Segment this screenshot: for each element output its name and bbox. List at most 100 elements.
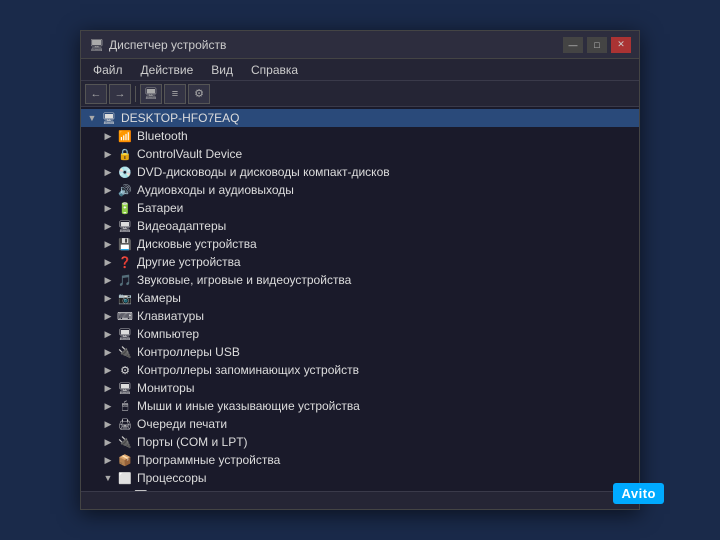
tree-item[interactable]: ▶🖨 Очереди печати — [81, 415, 639, 433]
menu-file[interactable]: Файл — [85, 61, 131, 79]
item-label: Звуковые, игровые и видеоустройства — [137, 273, 351, 287]
item-icon: 🔊 — [117, 182, 133, 198]
item-icon: 💾 — [117, 236, 133, 252]
toolbar: ← → 🖥 ≡ ⚙ — [81, 81, 639, 107]
item-label: Дисковые устройства — [137, 237, 257, 251]
tree-item[interactable]: ▶🖥Мониторы — [81, 379, 639, 397]
item-icon: 🖱 — [117, 398, 133, 414]
device-manager-window: 🖥 Диспетчер устройств — □ ✕ Файл Действи… — [80, 30, 640, 510]
item-icon: 🔌 — [117, 344, 133, 360]
expand-icon[interactable]: ▶ — [101, 273, 115, 287]
avito-badge: Avito — [613, 483, 664, 504]
tree-item[interactable]: ▶📷Камеры — [81, 289, 639, 307]
tree-item[interactable]: ▶🔌Контроллеры USB — [81, 343, 639, 361]
item-icon: 📶 — [117, 128, 133, 144]
item-label: Мыши и иные указывающие устройства — [137, 399, 360, 413]
title-bar: 🖥 Диспетчер устройств — □ ✕ — [81, 31, 639, 59]
title-bar-controls: — □ ✕ — [563, 37, 631, 53]
title-bar-text: Диспетчер устройств — [109, 38, 226, 52]
list-btn[interactable]: ≡ — [164, 84, 186, 104]
maximize-button[interactable]: □ — [587, 37, 607, 53]
menu-help[interactable]: Справка — [243, 61, 306, 79]
expand-icon[interactable]: ▶ — [101, 453, 115, 467]
expand-icon[interactable]: ▶ — [101, 327, 115, 341]
settings-btn[interactable]: ⚙ — [188, 84, 210, 104]
tree-item[interactable]: ▶🖱 Мыши и иные указывающие устройства — [81, 397, 639, 415]
expand-icon[interactable]: ▶ — [101, 219, 115, 233]
tree-root[interactable]: ▼ 🖥 DESKTOP-HFO7EAQ — [81, 109, 639, 127]
expand-icon[interactable]: ▶ — [101, 291, 115, 305]
item-icon: 🔒 — [117, 146, 133, 162]
device-tree[interactable]: ▼ 🖥 DESKTOP-HFO7EAQ ▶📶Bluetooth▶🔒Control… — [81, 107, 639, 491]
item-icon: 🔌 — [117, 434, 133, 450]
item-label: DVD-дисководы и дисководы компакт-дисков — [137, 165, 390, 179]
tree-item[interactable]: ▶💾 Дисковые устройства — [81, 235, 639, 253]
item-icon: 📦 — [117, 452, 133, 468]
expand-icon[interactable]: ▶ — [101, 165, 115, 179]
tree-children-container: ▶📶Bluetooth▶🔒ControlVault Device▶💿DVD-ди… — [81, 127, 639, 491]
expand-icon[interactable]: ▶ — [101, 363, 115, 377]
expand-icon[interactable]: ▶ — [101, 435, 115, 449]
item-icon: 🎵 — [117, 272, 133, 288]
item-label: Порты (COM и LPT) — [137, 435, 248, 449]
tree-item[interactable]: ▶🔊 Аудиовходы и аудиовыходы — [81, 181, 639, 199]
menu-action[interactable]: Действие — [133, 61, 202, 79]
expand-icon[interactable]: ▶ — [101, 255, 115, 269]
menu-bar: Файл Действие Вид Справка — [81, 59, 639, 81]
item-label: Клавиатуры — [137, 309, 204, 323]
tree-item[interactable]: ▶🔌 Порты (COM и LPT) — [81, 433, 639, 451]
item-icon: 💿 — [117, 164, 133, 180]
tree-item[interactable]: ▶📦 Программные устройства — [81, 451, 639, 469]
expand-icon[interactable]: ▶ — [101, 129, 115, 143]
expand-icon[interactable]: ▶ — [101, 345, 115, 359]
title-bar-left: 🖥 Диспетчер устройств — [89, 38, 226, 52]
expand-icon[interactable]: ▼ — [101, 471, 115, 485]
item-label: Мониторы — [137, 381, 194, 395]
root-expand[interactable]: ▼ — [85, 111, 99, 125]
back-button[interactable]: ← — [85, 84, 107, 104]
tree-item[interactable]: ▶⌨Клавиатуры — [81, 307, 639, 325]
tree-item[interactable]: ▶🎵 Звуковые, игровые и видеоустройства — [81, 271, 639, 289]
expand-icon[interactable]: ▶ — [101, 381, 115, 395]
tree-item[interactable]: ▶📶 Bluetooth — [81, 127, 639, 145]
expand-icon[interactable]: ▶ — [101, 417, 115, 431]
item-label: Программные устройства — [137, 453, 280, 467]
item-icon: ⬜ — [117, 470, 133, 486]
item-label: Компьютер — [137, 327, 199, 341]
item-icon: 🖨 — [117, 416, 133, 432]
expand-icon[interactable]: ▶ — [101, 309, 115, 323]
item-label: Процессоры — [137, 471, 207, 485]
item-label: Очереди печати — [137, 417, 227, 431]
tree-item[interactable]: ▶🖥 Компьютер — [81, 325, 639, 343]
item-label: Другие устройства — [137, 255, 241, 269]
tree-item[interactable]: ▶🔒 ControlVault Device — [81, 145, 639, 163]
item-label: Аудиовходы и аудиовыходы — [137, 183, 294, 197]
tree-item[interactable]: ▶🖥Видеоадаптеры — [81, 217, 639, 235]
item-label: Батареи — [137, 201, 183, 215]
item-label: ControlVault Device — [137, 147, 242, 161]
minimize-button[interactable]: — — [563, 37, 583, 53]
item-label: Bluetooth — [137, 129, 188, 143]
expand-icon[interactable]: ▶ — [101, 237, 115, 251]
tree-item[interactable]: ▶❓ Другие устройства — [81, 253, 639, 271]
toolbar-separator — [135, 86, 136, 102]
item-icon: ❓ — [117, 254, 133, 270]
menu-view[interactable]: Вид — [203, 61, 241, 79]
close-button[interactable]: ✕ — [611, 37, 631, 53]
item-icon: ⚙ — [117, 362, 133, 378]
tree-item[interactable]: ▶💿 DVD-дисководы и дисководы компакт-диск… — [81, 163, 639, 181]
expand-icon[interactable]: ▶ — [101, 183, 115, 197]
forward-button[interactable]: → — [109, 84, 131, 104]
tree-item[interactable]: ▶🔋Батареи — [81, 199, 639, 217]
tree-item[interactable]: ▶⚙Контроллеры запоминающих устройств — [81, 361, 639, 379]
title-bar-icon: 🖥 — [89, 38, 103, 52]
item-icon: 🖥 — [117, 326, 133, 342]
tree-item[interactable]: ▼⬜ Процессоры — [81, 469, 639, 487]
expand-icon[interactable]: ▶ — [101, 201, 115, 215]
expand-icon[interactable]: ▶ — [101, 147, 115, 161]
status-bar — [81, 491, 639, 509]
root-icon: 🖥 — [101, 110, 117, 126]
computer-icon-btn[interactable]: 🖥 — [140, 84, 162, 104]
expand-icon[interactable]: ▶ — [101, 399, 115, 413]
root-label: DESKTOP-HFO7EAQ — [121, 111, 239, 125]
